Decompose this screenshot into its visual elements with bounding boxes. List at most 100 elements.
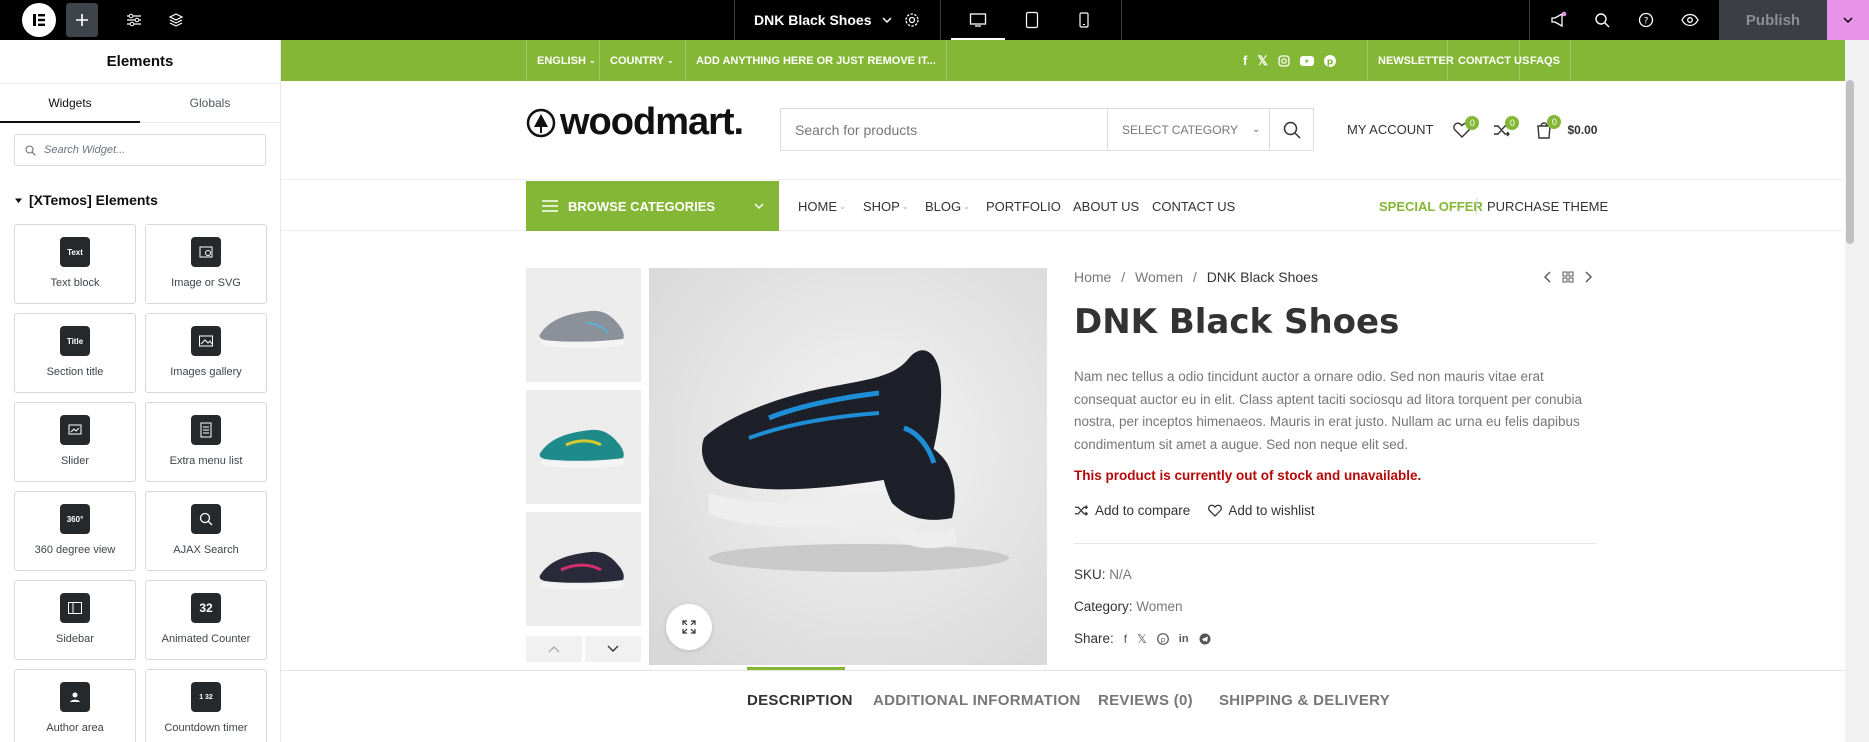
add-to-compare-button[interactable]: Add to compare <box>1074 503 1190 518</box>
main-product-image[interactable] <box>649 268 1047 665</box>
heart-icon <box>1208 504 1223 517</box>
pinterest-icon[interactable]: p <box>1156 632 1169 645</box>
author-area-icon <box>60 682 90 712</box>
country-dropdown[interactable]: COUNTRY ⌄ <box>599 40 684 81</box>
nav-item-portfolio[interactable]: PORTFOLIO <box>986 181 1061 231</box>
active-tab-indicator <box>747 667 845 670</box>
thumbnail-3[interactable] <box>526 512 641 626</box>
breadcrumb-women[interactable]: Women <box>1135 269 1183 285</box>
grid-icon[interactable] <box>1562 271 1574 283</box>
chevron-left-icon[interactable] <box>1544 271 1552 283</box>
special-offer-link[interactable]: SPECIAL OFFER <box>1379 181 1483 231</box>
thumbnails-prev-button[interactable] <box>526 636 582 662</box>
add-element-button[interactable] <box>66 3 98 37</box>
linkedin-icon[interactable]: in <box>1179 633 1189 645</box>
plus-icon <box>76 14 88 26</box>
thumbnails-next-button[interactable] <box>585 636 641 662</box>
facebook-icon[interactable]: f <box>1124 632 1127 646</box>
cart-total[interactable]: $0.00 <box>1567 123 1597 137</box>
nav-item-about-us[interactable]: ABOUT US <box>1073 181 1139 231</box>
widget-text-block[interactable]: Text Text block <box>14 224 136 304</box>
cart-button[interactable]: 0 <box>1535 114 1562 139</box>
breadcrumb: Home / Women / DNK Black Shoes <box>1074 269 1318 285</box>
tab-reviews[interactable]: REVIEWS (0) <box>1098 692 1193 709</box>
search-icon <box>1595 13 1610 28</box>
mobile-icon <box>1079 12 1089 28</box>
instagram-icon[interactable] <box>1278 54 1290 67</box>
widget-label: Section title <box>46 366 104 378</box>
shoe-image-teal <box>526 390 641 504</box>
category-select[interactable]: SELECT CATEGORY ⌄ <box>1107 109 1269 150</box>
browse-categories-button[interactable]: BROWSE CATEGORIES <box>526 181 779 231</box>
chevron-right-icon[interactable] <box>1584 271 1592 283</box>
widget-countdown-timer[interactable]: 1 32 Countdown timer <box>145 669 267 742</box>
preview-button[interactable] <box>1670 0 1710 40</box>
telegram-icon[interactable] <box>1199 633 1211 645</box>
youtube-icon[interactable] <box>1299 55 1314 66</box>
nav-item-contact-us[interactable]: CONTACT US <box>1152 181 1235 231</box>
tree-logo-icon <box>526 108 556 137</box>
widget-animated-counter[interactable]: 32 Animated Counter <box>145 580 267 660</box>
faqs-link[interactable]: FAQS <box>1519 40 1571 81</box>
document-title-dropdown[interactable]: DNK Black Shoes <box>754 0 893 40</box>
nav-item-blog[interactable]: BLOG ⌄ <box>925 181 970 231</box>
elementor-logo-icon[interactable] <box>22 3 56 37</box>
breadcrumb-home[interactable]: Home <box>1074 269 1111 285</box>
widget-sidebar[interactable]: Sidebar <box>14 580 136 660</box>
nav-item-home[interactable]: HOME ⌄ <box>798 181 846 231</box>
finder-button[interactable] <box>1582 0 1622 40</box>
widget-author-area[interactable]: Author area <box>14 669 136 742</box>
widget-slider[interactable]: Slider <box>14 402 136 482</box>
tab-description[interactable]: DESCRIPTION <box>747 692 853 709</box>
add-to-wishlist-button[interactable]: Add to wishlist <box>1208 503 1315 518</box>
purchase-theme-link[interactable]: PURCHASE THEME <box>1487 181 1608 231</box>
widget-360-view[interactable]: 360° 360 degree view <box>14 491 136 571</box>
country-label: COUNTRY <box>610 54 664 67</box>
tab-globals[interactable]: Globals <box>140 84 280 122</box>
widget-section-title[interactable]: Title Section title <box>14 313 136 393</box>
publish-options-button[interactable] <box>1827 0 1869 40</box>
thumbnail-1[interactable] <box>526 268 641 382</box>
language-dropdown[interactable]: ENGLISH ⌄ <box>526 40 606 81</box>
widget-extra-menu-list[interactable]: Extra menu list <box>145 402 267 482</box>
pinterest-icon[interactable]: p <box>1323 54 1336 67</box>
product-search-input[interactable]: Search for products <box>781 122 1107 138</box>
desktop-view-tab[interactable] <box>951 0 1005 40</box>
help-button[interactable]: ? <box>1626 0 1666 40</box>
notifications-button[interactable] <box>1538 0 1578 40</box>
widget-label: Images gallery <box>170 366 242 378</box>
product-share: Share: f 𝕏 p in <box>1074 631 1211 646</box>
tab-additional-information[interactable]: ADDITIONAL INFORMATION <box>873 692 1081 709</box>
widget-search-input[interactable]: Search Widget... <box>14 134 266 166</box>
x-twitter-icon[interactable]: 𝕏 <box>1257 53 1267 69</box>
category-label: Category: <box>1074 599 1133 614</box>
widget-category-header[interactable]: [XTemos] Elements <box>14 192 158 208</box>
my-account-link[interactable]: MY ACCOUNT <box>1347 122 1433 137</box>
tablet-view-tab[interactable] <box>1005 0 1059 40</box>
widget-images-gallery[interactable]: Images gallery <box>145 313 267 393</box>
compare-button[interactable]: 0 <box>1493 115 1520 138</box>
x-twitter-icon[interactable]: 𝕏 <box>1137 632 1147 646</box>
category-link[interactable]: Women <box>1136 599 1182 614</box>
cart-count: 0 <box>1547 114 1562 129</box>
structure-button[interactable] <box>156 0 196 40</box>
language-label: ENGLISH <box>537 54 586 67</box>
tab-shipping-delivery[interactable]: SHIPPING & DELIVERY <box>1219 692 1390 709</box>
search-button[interactable] <box>1269 109 1313 150</box>
wishlist-button[interactable]: 0 <box>1453 115 1480 138</box>
site-logo[interactable]: woodmart. <box>526 101 744 144</box>
sidebar-icon <box>60 593 90 623</box>
widget-image-svg[interactable]: Image or SVG <box>145 224 267 304</box>
tab-widgets[interactable]: Widgets <box>0 84 140 123</box>
zoom-button[interactable] <box>666 604 712 650</box>
widget-ajax-search[interactable]: AJAX Search <box>145 491 267 571</box>
product-navigation <box>1544 271 1592 283</box>
nav-item-shop[interactable]: SHOP ⌄ <box>863 181 909 231</box>
page-settings-button[interactable] <box>892 0 932 40</box>
mobile-view-tab[interactable] <box>1057 0 1111 40</box>
facebook-icon[interactable]: f <box>1243 53 1247 68</box>
thumbnail-2[interactable] <box>526 390 641 504</box>
scrollbar-thumb[interactable] <box>1846 80 1854 244</box>
publish-button[interactable]: Publish <box>1719 0 1827 40</box>
site-settings-button[interactable] <box>114 0 154 40</box>
